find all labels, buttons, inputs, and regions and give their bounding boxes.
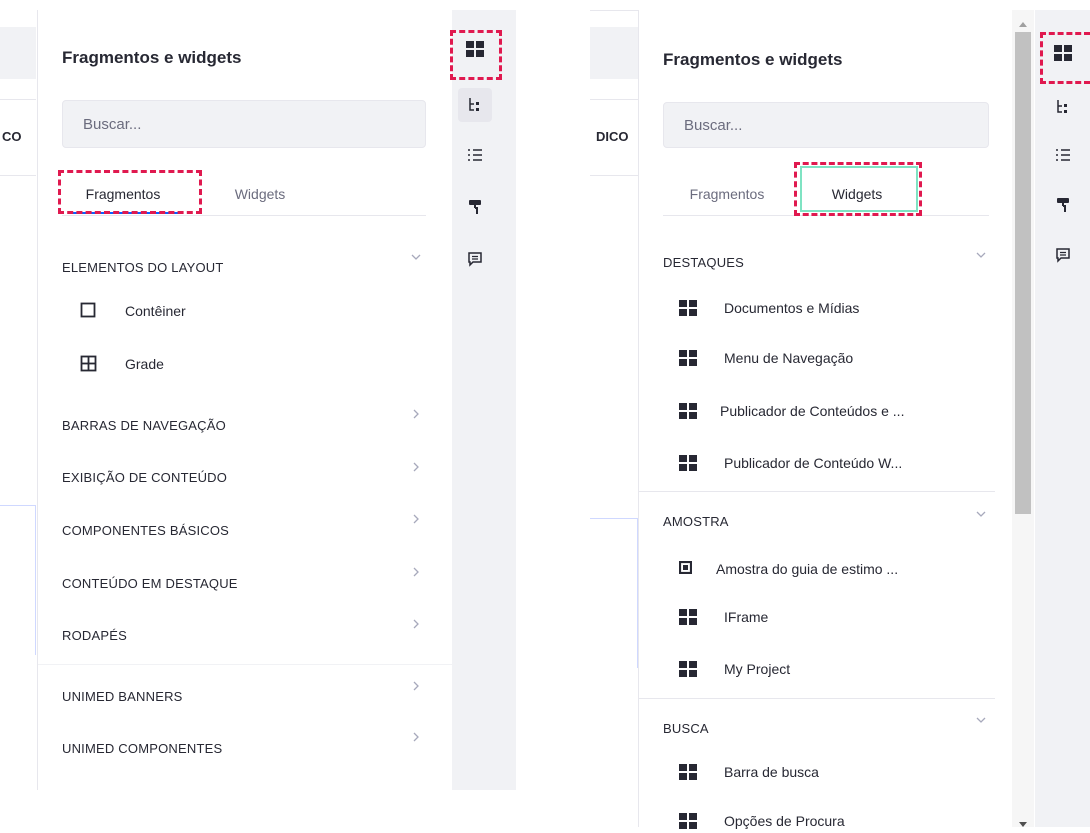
panel-scrollbar[interactable] bbox=[1012, 10, 1034, 827]
panel-separator bbox=[38, 664, 452, 665]
section-header-unimed-banners[interactable]: UNIMED BANNERS bbox=[62, 689, 183, 704]
right-page-content-frame bbox=[590, 518, 638, 668]
chevron-right-icon[interactable] bbox=[410, 618, 422, 632]
widget-icon bbox=[679, 764, 697, 780]
highlight-widgets-rail-button bbox=[450, 30, 502, 80]
right-sidebar-rail bbox=[1035, 10, 1090, 827]
chevron-down-icon[interactable] bbox=[410, 250, 422, 264]
style-rail-button[interactable] bbox=[458, 190, 492, 224]
browser-rail-button[interactable] bbox=[1046, 138, 1080, 172]
paint-roller-icon bbox=[1057, 198, 1069, 212]
section-header-basic-components[interactable]: COMPONENTES BÁSICOS bbox=[62, 523, 229, 538]
left-page-content-frame bbox=[0, 505, 36, 655]
right-page-divider bbox=[590, 175, 638, 176]
right-page-divider bbox=[590, 10, 638, 11]
page-structure-rail-button[interactable] bbox=[1046, 90, 1080, 124]
style-rail-button[interactable] bbox=[1046, 188, 1080, 222]
chevron-down-icon[interactable] bbox=[975, 507, 987, 521]
comment-icon bbox=[1056, 248, 1070, 263]
left-page-divider bbox=[0, 99, 36, 100]
search-input[interactable]: Buscar... bbox=[663, 102, 989, 148]
left-page-nav-text: CO bbox=[2, 129, 22, 144]
left-page-header-strip bbox=[0, 27, 36, 79]
widget-item-search-bar[interactable]: Barra de busca bbox=[724, 764, 819, 780]
search-input[interactable]: Buscar... bbox=[62, 100, 426, 148]
widget-icon bbox=[679, 609, 697, 625]
right-widgets-panel: Fragmentos e widgets Buscar... Fragmento… bbox=[638, 10, 1011, 829]
right-page-header-strip bbox=[590, 27, 638, 79]
list-icon bbox=[1056, 149, 1070, 161]
section-divider bbox=[639, 491, 995, 492]
section-header-featured-content[interactable]: CONTEÚDO EM DESTAQUE bbox=[62, 576, 238, 591]
tab-widgets[interactable]: Widgets bbox=[218, 186, 302, 202]
chevron-right-icon[interactable] bbox=[410, 680, 422, 694]
left-page-backdrop bbox=[0, 0, 36, 827]
widget-icon bbox=[679, 300, 697, 316]
left-page-divider bbox=[0, 175, 36, 176]
widget-item-my-project[interactable]: My Project bbox=[724, 661, 790, 677]
right-page-nav-text: DICO bbox=[596, 129, 629, 144]
paint-roller-icon bbox=[469, 200, 481, 214]
list-icon bbox=[468, 149, 482, 161]
scroll-down-arrow-icon[interactable] bbox=[1019, 815, 1027, 833]
panel-title: Fragmentos e widgets bbox=[663, 50, 843, 69]
left-sidebar-rail bbox=[452, 10, 516, 790]
tab-fragmentos[interactable]: Fragmentos bbox=[669, 186, 785, 202]
fragment-item-container[interactable]: Contêiner bbox=[125, 303, 186, 319]
chevron-down-icon[interactable] bbox=[975, 713, 987, 727]
panel-title: Fragmentos e widgets bbox=[62, 48, 242, 67]
widget-item-style-guide-sample[interactable]: Amostra do guia de estimo ... bbox=[716, 561, 898, 577]
widget-icon bbox=[679, 403, 697, 419]
comments-rail-button[interactable] bbox=[1046, 238, 1080, 272]
scroll-thumb[interactable] bbox=[1015, 32, 1031, 514]
chevron-right-icon[interactable] bbox=[410, 513, 422, 527]
scroll-up-arrow-icon[interactable] bbox=[1019, 14, 1027, 32]
search-placeholder: Buscar... bbox=[83, 115, 142, 133]
comment-icon bbox=[468, 252, 482, 267]
right-page-divider bbox=[590, 99, 638, 100]
widget-icon bbox=[679, 350, 697, 366]
chevron-right-icon[interactable] bbox=[410, 461, 422, 475]
highlight-fragments-tab bbox=[58, 170, 202, 214]
tabs-border bbox=[62, 215, 426, 216]
widget-item-navigation-menu[interactable]: Menu de Navegação bbox=[724, 350, 853, 366]
chevron-right-icon[interactable] bbox=[410, 731, 422, 745]
tab-label: Widgets bbox=[234, 186, 286, 202]
widget-icon bbox=[679, 661, 697, 677]
page-structure-icon bbox=[1057, 100, 1067, 113]
chevron-down-icon[interactable] bbox=[975, 248, 987, 262]
section-header-search[interactable]: BUSCA bbox=[663, 721, 709, 736]
tab-label: Fragmentos bbox=[689, 186, 765, 202]
page-structure-icon bbox=[469, 98, 479, 111]
widget-item-web-content-publisher[interactable]: Publicador de Conteúdo W... bbox=[724, 455, 902, 471]
container-icon bbox=[80, 302, 96, 323]
fragment-item-grid[interactable]: Grade bbox=[125, 356, 164, 372]
search-placeholder: Buscar... bbox=[684, 116, 743, 134]
section-header-highlights[interactable]: DESTAQUES bbox=[663, 255, 744, 270]
square-icon bbox=[678, 560, 693, 579]
widget-item-iframe[interactable]: IFrame bbox=[724, 609, 768, 625]
chevron-right-icon[interactable] bbox=[410, 408, 422, 422]
widget-item-asset-publisher[interactable]: Publicador de Conteúdos e ... bbox=[720, 403, 904, 419]
widget-icon bbox=[679, 455, 697, 471]
section-header-navigation-bars[interactable]: BARRAS DE NAVEGAÇÃO bbox=[62, 418, 226, 433]
section-header-unimed-components[interactable]: UNIMED COMPONENTES bbox=[62, 741, 222, 756]
section-header-sample[interactable]: AMOSTRA bbox=[663, 514, 729, 529]
chevron-right-icon[interactable] bbox=[410, 566, 422, 580]
widget-item-documents-media[interactable]: Documentos e Mídias bbox=[724, 300, 859, 316]
browser-rail-button[interactable] bbox=[458, 138, 492, 172]
comments-rail-button[interactable] bbox=[458, 242, 492, 276]
highlight-widgets-rail-button bbox=[1040, 32, 1090, 84]
highlight-widgets-tab bbox=[794, 162, 922, 216]
section-divider bbox=[639, 698, 995, 699]
grid-icon bbox=[80, 355, 97, 377]
section-header-footers[interactable]: RODAPÉS bbox=[62, 628, 127, 643]
page-structure-rail-button[interactable] bbox=[458, 88, 492, 122]
section-header-content-display[interactable]: EXIBIÇÃO DE CONTEÚDO bbox=[62, 470, 227, 485]
left-fragments-panel: Fragmentos e widgets Buscar... Fragmento… bbox=[37, 10, 452, 790]
section-header-layout-elements[interactable]: ELEMENTOS DO LAYOUT bbox=[62, 260, 224, 275]
